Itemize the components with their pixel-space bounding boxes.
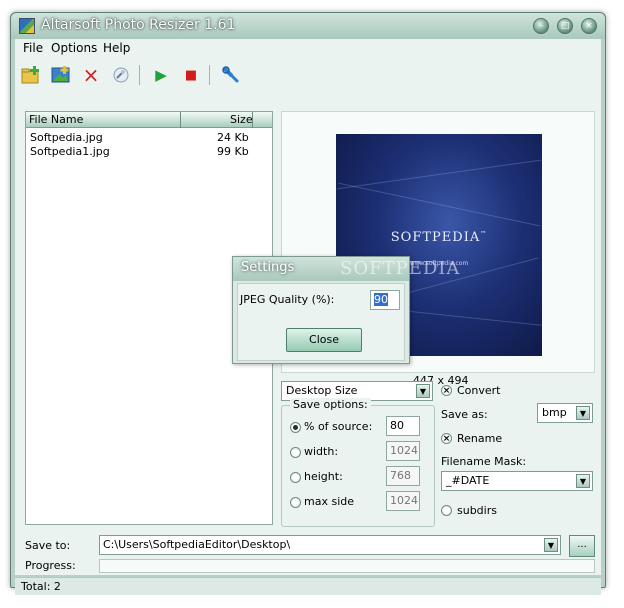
status-bar: Total: 2 bbox=[15, 577, 601, 595]
table-row[interactable]: Softpedia.jpg 24 Kb bbox=[30, 131, 270, 145]
settings-close-button[interactable]: Close bbox=[286, 328, 362, 352]
add-folder-button[interactable] bbox=[49, 63, 73, 87]
convert-label: Convert bbox=[457, 384, 501, 397]
save-to-path-input[interactable]: C:\Users\SoftpediaEditor\Desktop\ ▼ bbox=[99, 535, 561, 555]
image-logo-text: SOFTPEDIA™ bbox=[390, 230, 488, 245]
wrench-icon bbox=[222, 66, 239, 83]
jpeg-quality-input[interactable]: 90 bbox=[370, 290, 400, 310]
column-size[interactable]: Size bbox=[230, 113, 253, 126]
file-list-header: File Name Size bbox=[26, 112, 272, 128]
max-side-label: max side bbox=[304, 495, 354, 508]
app-icon[interactable] bbox=[19, 18, 35, 34]
chevron-down-icon[interactable]: ▼ bbox=[416, 384, 430, 398]
minimize-button[interactable]: – bbox=[533, 18, 549, 34]
jpeg-quality-value: 90 bbox=[374, 293, 388, 306]
save-as-select[interactable]: bmp ▼ bbox=[537, 403, 593, 423]
chevron-down-icon[interactable]: ▼ bbox=[544, 538, 558, 552]
settings-dialog-title: Settings bbox=[241, 260, 295, 275]
save-options-title: Save options: bbox=[290, 398, 371, 411]
stop-button[interactable]: ■ bbox=[179, 63, 203, 87]
file-size-cell: 24 Kb bbox=[217, 131, 249, 144]
max-side-input[interactable]: 1024 bbox=[386, 491, 420, 511]
height-label: height: bbox=[304, 470, 343, 483]
height-radio[interactable] bbox=[290, 472, 301, 483]
max-side-radio[interactable] bbox=[290, 497, 301, 508]
save-to-path-value: C:\Users\SoftpediaEditor\Desktop\ bbox=[103, 538, 291, 551]
window-title: Altarsoft Photo Resizer 1.61 bbox=[41, 17, 236, 33]
table-row[interactable]: Softpedia1.jpg 99 Kb bbox=[30, 145, 270, 159]
close-button[interactable]: × bbox=[581, 18, 597, 34]
filename-mask-label: Filename Mask: bbox=[441, 455, 527, 468]
file-name-cell: Softpedia.jpg bbox=[30, 131, 103, 144]
convert-checkbox[interactable]: × bbox=[441, 385, 452, 396]
save-to-label: Save to: bbox=[25, 539, 71, 552]
subdirs-label: subdirs bbox=[457, 504, 497, 517]
file-size-cell: 99 Kb bbox=[217, 145, 249, 158]
percent-radio[interactable] bbox=[290, 422, 301, 433]
rename-checkbox[interactable]: × bbox=[441, 433, 452, 444]
start-button[interactable]: ▶ bbox=[149, 63, 173, 87]
toolbar-separator bbox=[139, 65, 140, 85]
width-radio[interactable] bbox=[290, 447, 301, 458]
save-as-label: Save as: bbox=[441, 408, 488, 421]
height-input[interactable]: 768 bbox=[386, 466, 420, 486]
clear-button[interactable] bbox=[109, 63, 133, 87]
file-name-cell: Softpedia1.jpg bbox=[30, 145, 110, 158]
settings-button[interactable] bbox=[219, 63, 243, 87]
add-files-button[interactable] bbox=[19, 63, 43, 87]
add-folder-icon bbox=[51, 66, 70, 83]
rename-label: Rename bbox=[457, 432, 503, 445]
menu-bar: File Options Help bbox=[15, 39, 601, 57]
browse-button[interactable]: ... bbox=[569, 535, 595, 557]
menu-file[interactable]: File bbox=[23, 41, 43, 55]
filename-mask-value: _#DATE bbox=[446, 474, 490, 487]
column-divider[interactable] bbox=[252, 112, 253, 128]
save-as-value: bmp bbox=[542, 406, 567, 419]
jpeg-quality-label: JPEG Quality (%): bbox=[240, 293, 335, 306]
subdirs-radio[interactable] bbox=[441, 505, 452, 516]
toolbar-separator bbox=[209, 65, 210, 85]
image-decoration bbox=[336, 159, 542, 190]
clear-icon bbox=[113, 67, 129, 83]
filename-mask-select[interactable]: _#DATE ▼ bbox=[441, 471, 593, 491]
width-input[interactable]: 1024 bbox=[386, 441, 420, 461]
percent-label: % of source: bbox=[304, 420, 373, 433]
chevron-down-icon[interactable]: ▼ bbox=[576, 474, 590, 488]
maximize-button[interactable]: □ bbox=[557, 18, 573, 34]
menu-options[interactable]: Options bbox=[51, 41, 97, 55]
toolbar: × ▶ ■ bbox=[15, 59, 601, 93]
progress-label: Progress: bbox=[25, 559, 76, 572]
column-divider[interactable] bbox=[180, 112, 181, 128]
title-bar[interactable]: Altarsoft Photo Resizer 1.61 – □ × bbox=[11, 13, 605, 39]
menu-help[interactable]: Help bbox=[103, 41, 130, 55]
watermark: SOFTPEDIA bbox=[340, 258, 461, 279]
progress-bar bbox=[99, 559, 595, 573]
size-preset-value: Desktop Size bbox=[286, 384, 358, 397]
percent-input[interactable]: 80 bbox=[386, 416, 420, 436]
add-files-icon bbox=[21, 66, 39, 84]
chevron-down-icon[interactable]: ▼ bbox=[576, 406, 590, 420]
status-total: Total: 2 bbox=[21, 580, 61, 593]
settings-dialog-body: JPEG Quality (%): 90 Close bbox=[237, 283, 405, 361]
column-file-name[interactable]: File Name bbox=[29, 113, 83, 126]
save-options-group: Save options: % of source: 80 width: 102… bbox=[281, 398, 435, 527]
remove-button[interactable]: × bbox=[79, 63, 103, 87]
width-label: width: bbox=[304, 445, 339, 458]
image-decoration bbox=[338, 182, 540, 227]
